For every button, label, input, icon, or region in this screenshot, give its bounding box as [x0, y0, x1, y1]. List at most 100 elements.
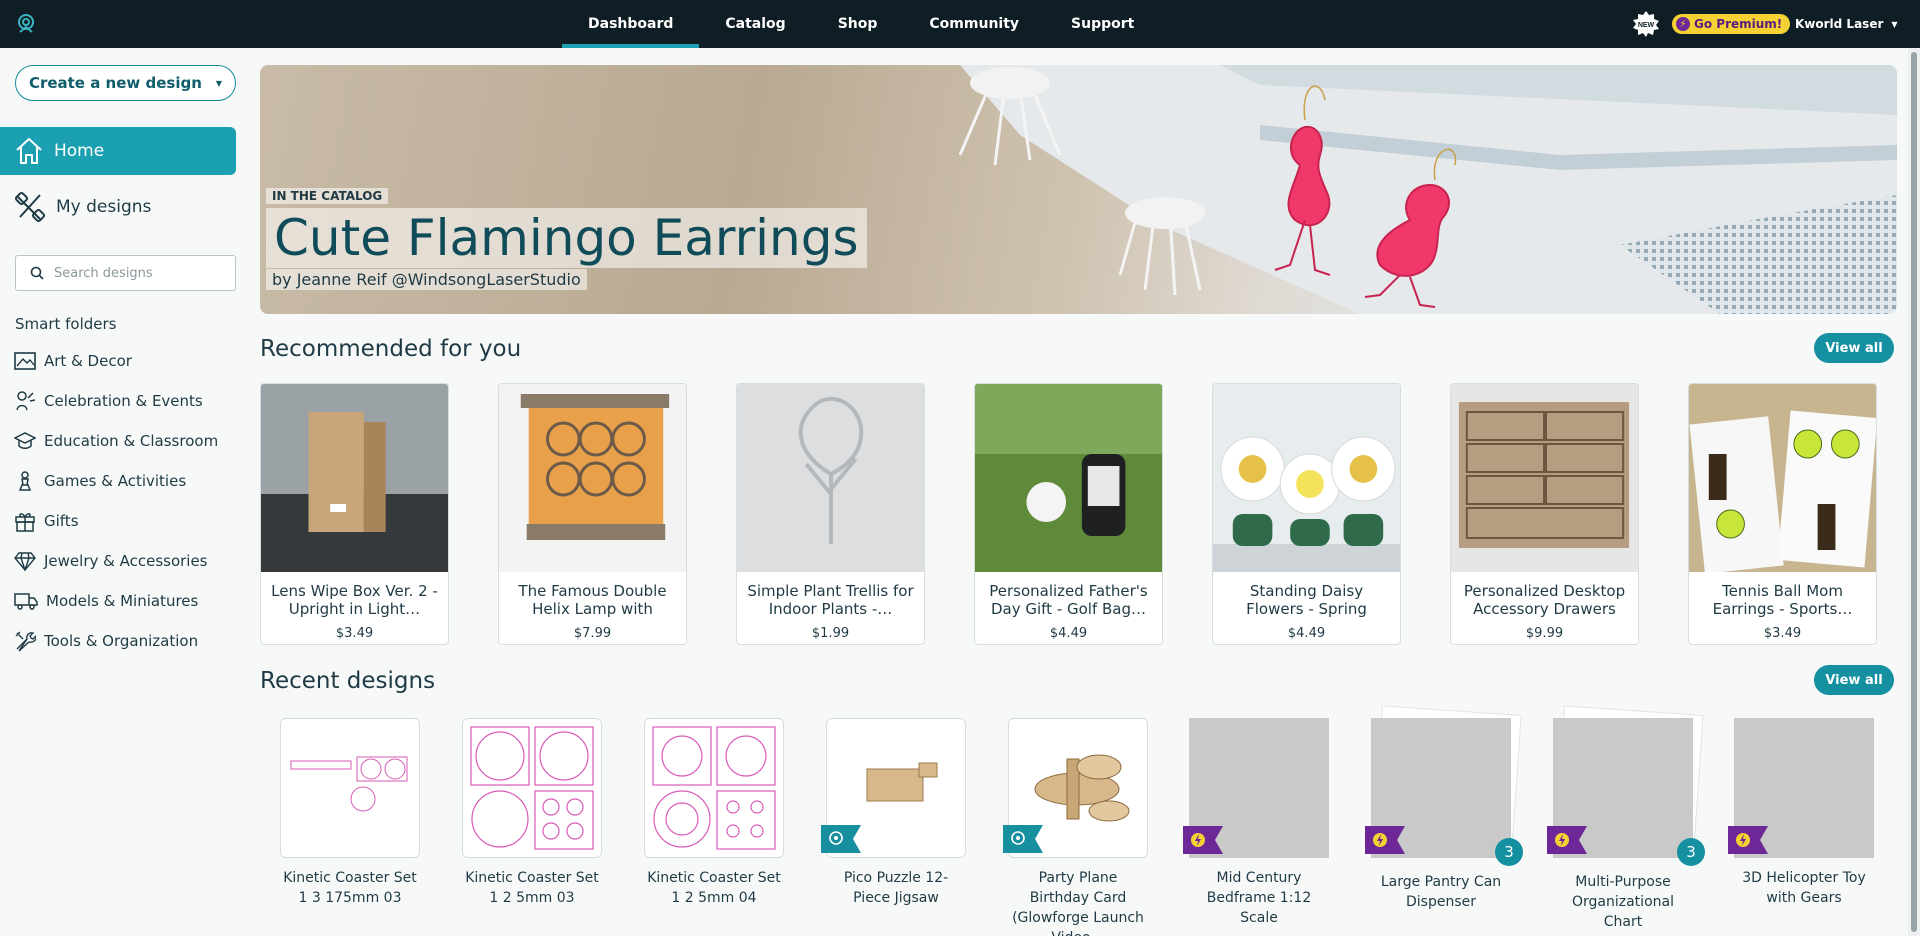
- recommended-view-all-button[interactable]: View all: [1814, 333, 1894, 363]
- folder-label: Celebration & Events: [44, 392, 203, 410]
- folder-models-miniatures[interactable]: Models & Miniatures: [14, 586, 236, 616]
- recent-view-all-button[interactable]: View all: [1814, 665, 1894, 695]
- product-card[interactable]: The Famous Double Helix Lamp with Feet,……: [498, 383, 687, 645]
- product-card[interactable]: Lens Wipe Box Ver. 2 - Upright in Light……: [260, 383, 449, 645]
- product-name: Simple Plant Trellis for Indoor Plants -…: [747, 582, 914, 618]
- folder-label: Jewelry & Accessories: [44, 552, 208, 570]
- folder-art-decor[interactable]: Art & Decor: [14, 346, 236, 376]
- design-name: Pico Puzzle 12-Piece Jigsaw: [843, 870, 949, 906]
- top-bar: Dashboard Catalog Shop Community Support…: [0, 0, 1920, 48]
- folder-label: Tools & Organization: [44, 632, 199, 650]
- product-name: Personalized Father's Day Gift - Golf Ba…: [989, 582, 1148, 618]
- graduation-cap-icon: [14, 432, 36, 449]
- nav-shop[interactable]: Shop: [812, 0, 904, 48]
- truck-icon: [14, 593, 38, 610]
- folder-education-classroom[interactable]: Education & Classroom: [14, 426, 236, 456]
- product-image: [1689, 384, 1876, 574]
- new-badge-text: NEW: [1638, 22, 1655, 29]
- search-icon: [30, 266, 44, 280]
- glowforge-logo-icon[interactable]: [14, 12, 38, 36]
- design-thumbnail: [1728, 718, 1874, 858]
- product-card[interactable]: Simple Plant Trellis for Indoor Plants -…: [736, 383, 925, 645]
- design-thumbnail: [1003, 718, 1148, 858]
- create-new-design-label: Create a new design: [28, 74, 202, 92]
- product-image: [975, 384, 1162, 572]
- sidebar-item-home[interactable]: Home: [0, 127, 236, 175]
- product-card[interactable]: Personalized Father's Day Gift - Golf Ba…: [974, 383, 1163, 645]
- product-price: $4.49: [1287, 626, 1326, 641]
- page-scrollbar[interactable]: [1908, 48, 1920, 936]
- nav-support[interactable]: Support: [1045, 0, 1160, 48]
- folder-label: Gifts: [44, 512, 79, 530]
- design-name: Kinetic Coaster Set 1 3 175mm 03: [283, 870, 417, 906]
- create-new-design-button[interactable]: Create a new design ▼: [15, 65, 236, 101]
- scrollbar-thumb[interactable]: [1911, 52, 1917, 932]
- user-menu[interactable]: Kworld Laser ▼: [1795, 0, 1898, 48]
- folder-jewelry-accessories[interactable]: Jewelry & Accessories: [14, 546, 236, 576]
- caret-down-icon: ▼: [215, 78, 223, 88]
- design-thumbnail: [1183, 718, 1329, 858]
- design-card[interactable]: Kinetic Coaster Set 1 2 5mm 04: [644, 718, 784, 908]
- product-image: [1451, 384, 1638, 572]
- folder-tools-organization[interactable]: Tools & Organization: [14, 626, 236, 656]
- folder-label: Art & Decor: [44, 352, 132, 370]
- design-thumbnail: 3: [1547, 705, 1705, 866]
- folder-celebration-events[interactable]: Celebration & Events: [14, 386, 236, 416]
- hero-title[interactable]: Cute Flamingo Earrings: [266, 208, 867, 268]
- my-designs-icon: [14, 191, 46, 223]
- nav-catalog[interactable]: Catalog: [699, 0, 811, 48]
- recent-designs-title: Recent designs: [260, 668, 436, 694]
- search-designs-input[interactable]: [54, 265, 224, 281]
- product-card[interactable]: Tennis Ball Mom Earrings - Sports… $3.49: [1688, 383, 1877, 645]
- folder-gifts[interactable]: Gifts: [14, 506, 236, 536]
- folder-games-activities[interactable]: Games & Activities: [14, 466, 236, 496]
- design-thumbnail: [462, 718, 602, 858]
- design-name: 3D Helicopter Toy with Gears: [1742, 870, 1866, 906]
- hero-banner[interactable]: IN THE CATALOG Cute Flamingo Earrings by…: [260, 65, 1897, 314]
- product-card[interactable]: Personalized Desktop Accessory Drawers $…: [1450, 383, 1639, 645]
- design-preview: [652, 726, 776, 850]
- image-icon: [14, 352, 36, 370]
- product-price: $7.99: [573, 626, 612, 641]
- tools-icon: [15, 631, 36, 652]
- game-piece-icon: [18, 471, 32, 491]
- product-card[interactable]: Standing Daisy Flowers - Spring Flower D…: [1212, 383, 1401, 645]
- product-image: [737, 384, 924, 572]
- product-name: The Famous Double Helix Lamp with Feet,…: [518, 582, 667, 618]
- main-nav: Dashboard Catalog Shop Community Support: [562, 0, 1160, 48]
- folder-label: Models & Miniatures: [46, 592, 199, 610]
- nav-community[interactable]: Community: [903, 0, 1045, 48]
- design-preview: [470, 726, 594, 850]
- sidebar-item-my-designs[interactable]: My designs: [0, 183, 236, 231]
- smart-folders-title: Smart folders: [15, 315, 117, 333]
- user-name: Kworld Laser: [1795, 17, 1884, 31]
- nav-dashboard[interactable]: Dashboard: [562, 0, 700, 48]
- new-badge-icon[interactable]: NEW: [1633, 11, 1659, 37]
- product-name: Standing Daisy Flowers - Spring Flower D…: [1246, 582, 1367, 618]
- design-card[interactable]: Mid Century Bedframe 1:12 Scale: [1183, 718, 1329, 928]
- sidebar-item-label: My designs: [56, 197, 152, 217]
- design-preview: [290, 756, 408, 812]
- go-premium-button[interactable]: ⚡ Go Premium!: [1672, 14, 1791, 34]
- design-card[interactable]: 3 Large Pantry Can Dispenser: [1365, 705, 1523, 912]
- design-card[interactable]: Pico Puzzle 12-Piece Jigsaw: [821, 718, 966, 908]
- product-name: Tennis Ball Mom Earrings - Sports…: [1712, 582, 1853, 618]
- product-price: $1.99: [811, 626, 850, 641]
- design-card[interactable]: Kinetic Coaster Set 1 2 5mm 03: [462, 718, 602, 908]
- design-thumbnail: 3: [1365, 705, 1523, 866]
- design-card[interactable]: Party Plane Birthday Card (Glowforge Lau…: [1003, 718, 1148, 936]
- hero-byline: by Jeanne Reif @WindsongLaserStudio: [266, 269, 587, 290]
- home-icon: [16, 138, 42, 164]
- recommended-title: Recommended for you: [260, 336, 522, 362]
- product-price: $9.99: [1525, 626, 1564, 641]
- design-count-badge: 3: [1677, 838, 1705, 866]
- search-designs-field[interactable]: [15, 255, 236, 291]
- sidebar-item-label: Home: [54, 141, 105, 161]
- design-card[interactable]: 3 Multi-Purpose Organizational Chart: [1547, 705, 1705, 932]
- hero-kicker: IN THE CATALOG: [266, 188, 389, 204]
- product-name: Lens Wipe Box Ver. 2 - Upright in Light…: [271, 582, 438, 618]
- product-image: [261, 384, 448, 572]
- glowforge-ribbon-icon: [821, 825, 861, 853]
- design-card[interactable]: 3D Helicopter Toy with Gears: [1728, 718, 1874, 908]
- design-card[interactable]: Kinetic Coaster Set 1 3 175mm 03: [280, 718, 420, 908]
